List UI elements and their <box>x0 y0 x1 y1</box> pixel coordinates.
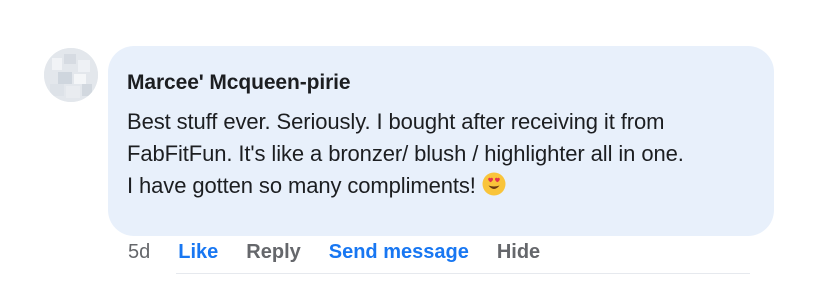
comment-actions: 5d Like Reply Send message Hide <box>128 238 568 266</box>
comment-text-line-content: I have gotten so many compliments! <box>127 173 476 198</box>
comment-text-line: FabFitFun. It's like a bronzer/ blush / … <box>127 141 684 166</box>
heart-eyes-emoji-icon <box>482 172 506 205</box>
send-message-button[interactable]: Send message <box>329 241 469 264</box>
avatar-image <box>44 48 98 102</box>
comment-author[interactable]: Marcee' Mcqueen-pirie <box>127 70 754 96</box>
comment-text: Best stuff ever. Seriously. I bought aft… <box>127 106 754 205</box>
divider <box>176 273 750 274</box>
comment-text-line: I have gotten so many compliments! <box>127 170 754 205</box>
hide-button[interactable]: Hide <box>497 241 540 264</box>
comment-bubble: Marcee' Mcqueen-pirie Best stuff ever. S… <box>108 46 774 236</box>
comment-text-line: Best stuff ever. Seriously. I bought aft… <box>127 109 665 134</box>
avatar[interactable] <box>44 48 98 102</box>
like-button[interactable]: Like <box>178 241 218 264</box>
reply-button[interactable]: Reply <box>246 241 300 264</box>
comment-timestamp[interactable]: 5d <box>128 241 150 264</box>
comment: Marcee' Mcqueen-pirie Best stuff ever. S… <box>0 0 824 305</box>
